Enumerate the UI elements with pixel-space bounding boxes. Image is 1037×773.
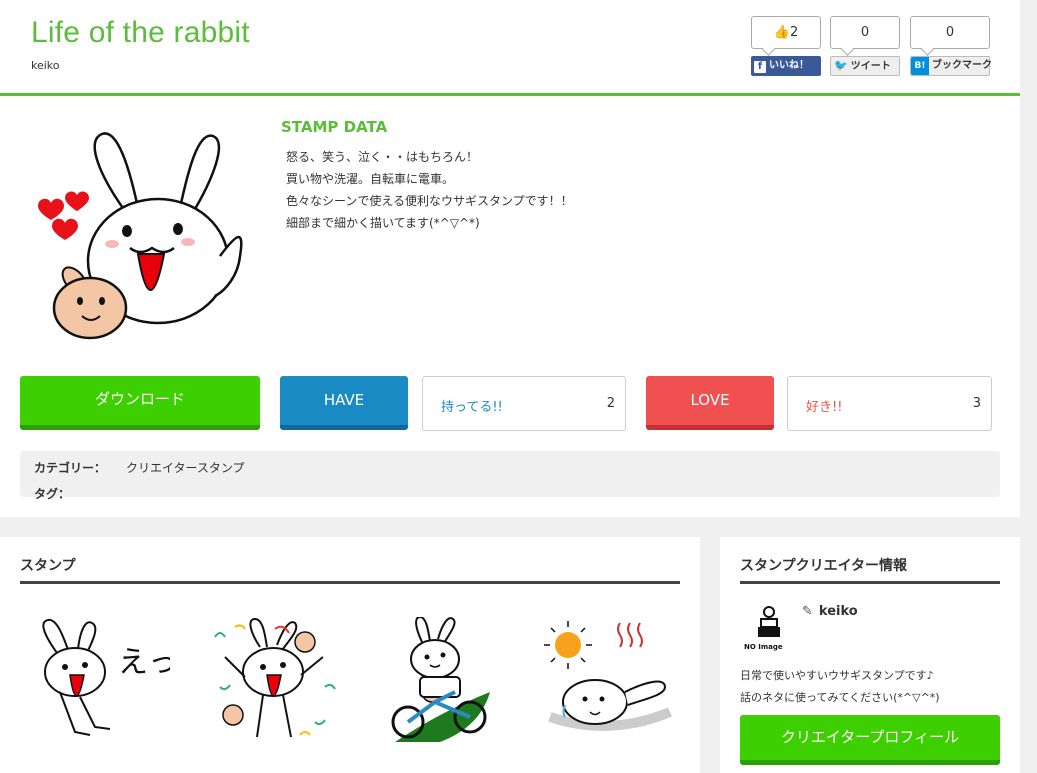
tweet-button[interactable]: 🐦 ツイート	[830, 56, 900, 76]
no-image-text: NO Image	[744, 643, 783, 651]
stamp-meta: カテゴリー： クリエイタースタンプ タグ：	[20, 451, 1000, 501]
site-header: Life of the rabbit keiko 👍2 f いいね！ 0 🐦 ツイー…	[0, 0, 1020, 96]
rabbit-bicycle-stamp[interactable]	[380, 617, 520, 747]
rabbit-hot-sun-stamp[interactable]	[540, 617, 680, 747]
facebook-like-count: 👍2	[751, 16, 821, 49]
pen-icon: ✎	[802, 604, 813, 619]
have-count: 2	[606, 396, 615, 411]
facebook-like-button[interactable]: f いいね！	[751, 56, 821, 76]
download-button[interactable]: ダウンロード	[20, 376, 260, 430]
description-line: 細部まで細かく描いてます(*^▽^*)	[286, 216, 480, 230]
creator-desc-line: 話のネタに使ってみてください(*^▽^*)	[740, 691, 940, 704]
creator-name[interactable]: ✎ keiko	[802, 604, 858, 619]
page-background-strip	[1020, 0, 1037, 773]
description-line: 色々なシーンで使える便利なウサギスタンプです！！	[286, 194, 573, 208]
category-label: カテゴリー：	[34, 461, 107, 475]
love-count: 3	[972, 396, 981, 411]
rabbit-celebrating-stamp[interactable]	[205, 617, 345, 747]
site-title[interactable]: Life of the rabbit	[31, 16, 250, 50]
love-button[interactable]: LOVE	[646, 376, 774, 430]
have-button[interactable]: HAVE	[280, 376, 408, 430]
surprise-text: えっ	[118, 645, 170, 680]
hatena-count: 0	[910, 16, 990, 49]
hatena-bookmark-icon: B!	[911, 57, 929, 75]
hatena-bookmark-button[interactable]: B! ブックマーク	[910, 56, 992, 76]
tag-label: タグ：	[34, 487, 71, 501]
creator-profile-button[interactable]: クリエイタープロフィール	[740, 715, 1000, 765]
stamp-description: 怒る、笑う、泣く・・はもちろん！ 買い物や洗濯。自転車に電車。 色々なシーンで使…	[286, 146, 573, 234]
stamp-data-title: STAMP DATA	[281, 118, 388, 136]
creator-description: 日常で使いやすいウサギスタンプです♪ 話のネタに使ってみてください(*^▽^*)	[740, 665, 940, 709]
description-line: 買い物や洗濯。自転車に電車。	[286, 172, 455, 186]
facebook-icon: f	[754, 61, 766, 73]
love-text: 好き!!	[806, 400, 843, 415]
creator-panel-title: スタンプクリエイター情報	[740, 558, 908, 574]
rabbit-surprised-stamp[interactable]: えっ	[30, 617, 170, 747]
category-row: カテゴリー： クリエイタースタンプ	[34, 459, 245, 476]
have-text: 持ってる!!	[441, 400, 503, 415]
twitter-share: 0 🐦 ツイート	[830, 16, 910, 78]
divider	[20, 581, 680, 584]
stamp-detail: STAMP DATA 怒る、笑う、泣く・・はもちろん！ 買い物や洗濯。自転車に電…	[0, 96, 1020, 517]
love-counter: 好き!! 3	[787, 376, 992, 431]
creator-avatar: NO Image	[744, 606, 783, 651]
thumbs-up-icon: 👍	[773, 25, 790, 40]
have-counter: 持ってる!! 2	[422, 376, 626, 431]
divider	[740, 581, 1000, 584]
category-link[interactable]: クリエイタースタンプ	[126, 461, 245, 475]
creator-info-panel: スタンプクリエイター情報 NO Image ✎ keiko 日常で使いやすいウサギ…	[720, 537, 1020, 773]
stamps-panel: スタンプ えっ	[0, 537, 700, 773]
tag-row: タグ：	[34, 485, 126, 502]
description-line: 怒る、笑う、泣く・・はもちろん！	[286, 150, 479, 164]
hatena-share: 0 B! ブックマーク	[910, 16, 992, 78]
twitter-bird-icon: 🐦	[834, 59, 848, 72]
twitter-count: 0	[830, 16, 900, 49]
stamps-panel-title: スタンプ	[20, 558, 76, 574]
creator-desc-line: 日常で使いやすいウサギスタンプです♪	[740, 669, 934, 682]
facebook-share: 👍2 f いいね！	[751, 16, 831, 78]
author-name: keiko	[31, 59, 60, 72]
main-stamp-image	[38, 132, 243, 340]
